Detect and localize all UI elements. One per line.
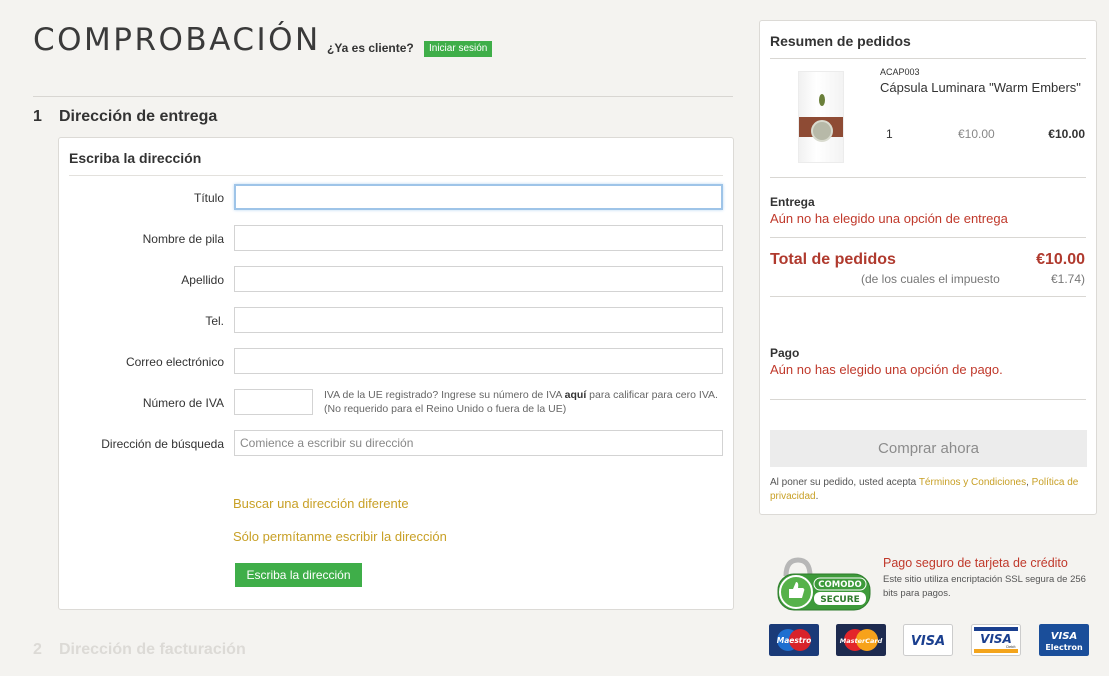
enter-address-button[interactable]: Escriba la dirección bbox=[235, 563, 362, 587]
first-name-row: Nombre de pila bbox=[59, 225, 735, 251]
tax-label: (de los cuales el impuesto bbox=[861, 272, 1000, 286]
order-total-label: Total de pedidos bbox=[770, 251, 896, 268]
last-name-row: Apellido bbox=[59, 266, 735, 292]
delivery-label: Entrega bbox=[770, 195, 815, 209]
returning-customer-text: ¿Ya es cliente? bbox=[327, 41, 414, 55]
login-button[interactable]: Iniciar sesión bbox=[424, 41, 493, 57]
email-input[interactable] bbox=[234, 348, 723, 374]
address-form-panel: Escriba la dirección Título Nombre de pi… bbox=[58, 137, 734, 610]
leaf-icon bbox=[819, 94, 825, 106]
email-row: Correo electrónico bbox=[59, 348, 735, 374]
secure-payment-title: Pago seguro de tarjeta de crédito bbox=[883, 556, 1068, 570]
vat-note: IVA de la UE registrado? Ingrese su núme… bbox=[324, 388, 724, 416]
last-name-input[interactable] bbox=[234, 266, 723, 292]
divider bbox=[770, 177, 1086, 178]
enter-address-manually-link[interactable]: Sólo permítanme escribir la dirección bbox=[233, 529, 447, 544]
vat-note-emphasis: aquí bbox=[564, 389, 587, 401]
title-label: Título bbox=[193, 191, 224, 205]
payment-label: Pago bbox=[770, 346, 800, 360]
lookup-row: Dirección de búsqueda bbox=[59, 430, 735, 456]
address-lookup-input[interactable] bbox=[234, 430, 723, 456]
terms-link[interactable]: Términos y Condiciones bbox=[919, 477, 1026, 488]
badge-top-text: COMODO bbox=[818, 580, 861, 590]
order-total-value: €10.00 bbox=[1036, 251, 1085, 268]
first-name-input[interactable] bbox=[234, 225, 723, 251]
last-name-label: Apellido bbox=[181, 273, 224, 287]
secure-payment-text: Este sitio utiliza encriptación SSL segu… bbox=[883, 574, 1086, 599]
phone-label: Tel. bbox=[205, 314, 224, 328]
visa-debit-card-icon: VISA Debit bbox=[971, 624, 1021, 656]
step-label: Dirección de facturación bbox=[59, 641, 246, 658]
mastercard-icon: MasterCard bbox=[836, 624, 886, 656]
visa-electron-subtext: Electron bbox=[1045, 643, 1083, 652]
badge-bottom-text: SECURE bbox=[820, 595, 860, 605]
visa-text: VISA bbox=[911, 634, 945, 649]
vat-input[interactable] bbox=[234, 389, 313, 415]
product-quantity: 1 bbox=[886, 127, 893, 141]
maestro-card-icon: Maestro bbox=[769, 624, 819, 656]
title-row: Título bbox=[59, 184, 735, 210]
vat-row: Número de IVA IVA de la UE registrado? I… bbox=[59, 389, 735, 415]
title-input[interactable] bbox=[234, 184, 723, 210]
product-sku: ACAP003 bbox=[880, 67, 920, 77]
divider bbox=[770, 58, 1086, 59]
visa-card-icon: VISA bbox=[903, 624, 953, 656]
page-title: COMPROBACIÓN bbox=[33, 22, 321, 58]
divider bbox=[33, 96, 733, 97]
vat-label: Número de IVA bbox=[142, 396, 224, 410]
lookup-label: Dirección de búsqueda bbox=[101, 437, 224, 451]
buy-now-button[interactable]: Comprar ahora bbox=[770, 430, 1087, 467]
product-line-total: €10.00 bbox=[1048, 127, 1085, 141]
mastercard-text: MasterCard bbox=[840, 637, 883, 645]
divider bbox=[770, 296, 1086, 297]
product-unit-price: €10.00 bbox=[958, 127, 995, 141]
step-number: 1 bbox=[33, 108, 42, 125]
comodo-secure-badge: COMODO SECURE bbox=[777, 557, 871, 611]
visa-debit-subtext: Debit bbox=[1006, 645, 1016, 649]
order-summary-heading: Resumen de pedidos bbox=[770, 33, 911, 49]
phone-input[interactable] bbox=[234, 307, 723, 333]
maestro-text: Maestro bbox=[777, 636, 812, 645]
delivery-warning: Aún no ha elegido una opción de entrega bbox=[770, 211, 1008, 226]
payment-warning: Aún no has elegido una opción de pago. bbox=[770, 362, 1003, 377]
visa-electron-text: VISA bbox=[1051, 631, 1077, 642]
visa-electron-card-icon: VISA Electron bbox=[1039, 624, 1089, 656]
first-name-label: Nombre de pila bbox=[142, 232, 224, 246]
step-delivery-address: 1 Dirección de entrega bbox=[33, 108, 217, 126]
tax-value: €1.74) bbox=[1050, 272, 1085, 286]
divider bbox=[69, 175, 723, 176]
step-label: Dirección de entrega bbox=[59, 108, 218, 125]
terms-end: . bbox=[815, 491, 819, 502]
terms-text: Al poner su pedido, usted acepta bbox=[770, 477, 919, 488]
step-billing-address: 2 Dirección de facturación bbox=[33, 641, 246, 659]
email-label: Correo electrónico bbox=[125, 355, 224, 369]
visa-debit-text: VISA bbox=[980, 632, 1012, 646]
phone-row: Tel. bbox=[59, 307, 735, 333]
product-name: Cápsula Luminara "Warm Embers" bbox=[880, 80, 1081, 95]
divider bbox=[770, 399, 1086, 400]
product-disc bbox=[811, 120, 833, 142]
vat-note-text: IVA de la UE registrado? Ingrese su núme… bbox=[324, 389, 565, 401]
divider bbox=[770, 237, 1086, 238]
order-summary-panel: Resumen de pedidos ACAP003 Cápsula Lumin… bbox=[759, 20, 1097, 515]
find-different-address-link[interactable]: Buscar una dirección diferente bbox=[233, 496, 409, 511]
product-image bbox=[798, 71, 844, 163]
address-form-heading: Escriba la dirección bbox=[69, 150, 202, 166]
terms-notice: Al poner su pedido, usted acepta Término… bbox=[770, 476, 1090, 504]
step-number: 2 bbox=[33, 641, 42, 658]
